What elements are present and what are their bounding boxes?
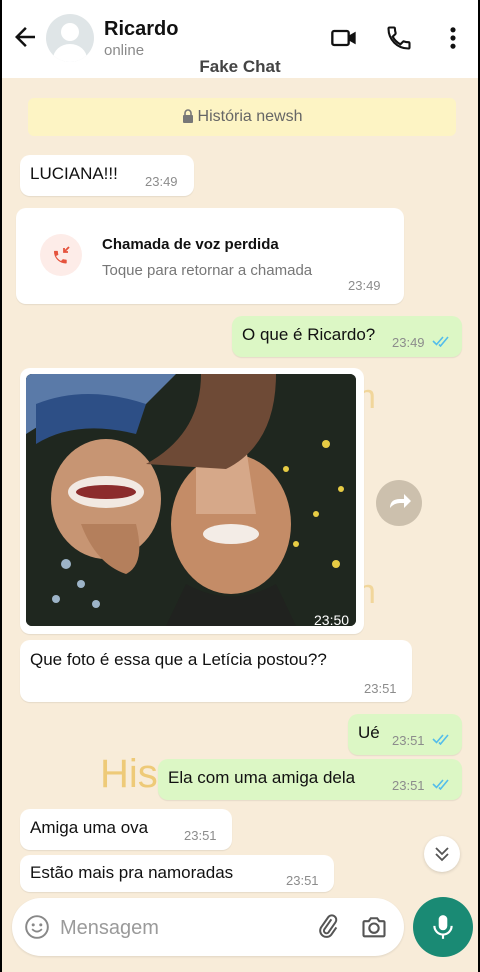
forward-icon bbox=[390, 494, 411, 508]
arrow-left-icon[interactable] bbox=[10, 22, 40, 52]
message-composer bbox=[12, 898, 404, 956]
message-time: 23:49 bbox=[348, 278, 381, 293]
phone-icon[interactable] bbox=[385, 24, 413, 52]
read-ticks-icon bbox=[432, 734, 449, 745]
message-time: 23:49 bbox=[145, 174, 178, 189]
message-input[interactable] bbox=[58, 910, 282, 946]
more-vertical-icon[interactable] bbox=[439, 24, 467, 52]
message-time: 23:51 bbox=[392, 778, 425, 793]
message-time: 23:51 bbox=[364, 681, 397, 696]
chat-header: Ricardo online Fake Chat bbox=[2, 0, 478, 78]
message-incoming[interactable]: LUCIANA!!! 23:49 bbox=[20, 155, 194, 196]
paperclip-icon[interactable] bbox=[314, 913, 342, 941]
video-camera-icon[interactable] bbox=[330, 24, 358, 52]
shared-photo[interactable] bbox=[26, 374, 356, 626]
banner-text: História newsh bbox=[197, 108, 303, 125]
message-time: 23:51 bbox=[184, 828, 217, 843]
missed-call-card[interactable]: Chamada de voz perdida Toque para retorn… bbox=[16, 208, 404, 304]
message-time: 23:51 bbox=[286, 873, 319, 888]
encryption-banner[interactable]: História newsh bbox=[28, 98, 456, 136]
message-incoming[interactable]: Que foto é essa que a Letícia postou?? 2… bbox=[20, 640, 412, 702]
message-text: Amiga uma ova bbox=[30, 818, 149, 837]
missed-call-icon bbox=[40, 234, 82, 276]
message-incoming[interactable]: Estão mais pra namoradas 23:51 bbox=[20, 855, 334, 892]
message-outgoing[interactable]: O que é Ricardo? 23:49 bbox=[232, 316, 462, 357]
contact-name[interactable]: Ricardo bbox=[104, 18, 178, 41]
message-text: Ela com uma amiga dela bbox=[168, 768, 356, 787]
read-ticks-icon bbox=[432, 779, 449, 790]
missed-call-title: Chamada de voz perdida bbox=[102, 236, 279, 253]
message-text: Ué bbox=[358, 723, 380, 742]
microphone-icon bbox=[433, 915, 453, 939]
message-outgoing[interactable]: Ela com uma amiga dela 23:51 bbox=[158, 759, 462, 800]
chat-screen: Ricardo online Fake Chat n n História ne… bbox=[2, 0, 478, 972]
avatar[interactable] bbox=[46, 14, 94, 62]
forward-button[interactable] bbox=[376, 480, 422, 526]
lock-icon bbox=[182, 109, 193, 123]
missed-call-subtitle: Toque para retornar a chamada bbox=[102, 262, 313, 279]
photo-message[interactable]: 23:50 bbox=[20, 368, 364, 634]
fake-chat-watermark: Fake Chat bbox=[199, 57, 281, 76]
message-text: Que foto é essa que a Letícia postou?? bbox=[30, 650, 327, 669]
message-time: 23:51 bbox=[392, 733, 425, 748]
camera-icon[interactable] bbox=[360, 913, 388, 941]
double-chevron-down-icon bbox=[435, 847, 449, 862]
message-time: 23:49 bbox=[392, 335, 425, 350]
message-incoming[interactable]: Amiga uma ova 23:51 bbox=[20, 809, 232, 850]
message-text: O que é Ricardo? bbox=[242, 325, 376, 344]
background-watermark: His bbox=[100, 752, 158, 796]
voice-message-button[interactable] bbox=[413, 897, 473, 957]
message-text: LUCIANA!!! bbox=[30, 164, 118, 183]
message-outgoing[interactable]: Ué 23:51 bbox=[348, 714, 462, 755]
scroll-to-bottom-button[interactable] bbox=[424, 836, 460, 872]
read-ticks-icon bbox=[432, 336, 449, 347]
emoji-icon[interactable] bbox=[24, 914, 50, 940]
message-time: 23:50 bbox=[314, 612, 350, 628]
message-text: Estão mais pra namoradas bbox=[30, 863, 234, 882]
